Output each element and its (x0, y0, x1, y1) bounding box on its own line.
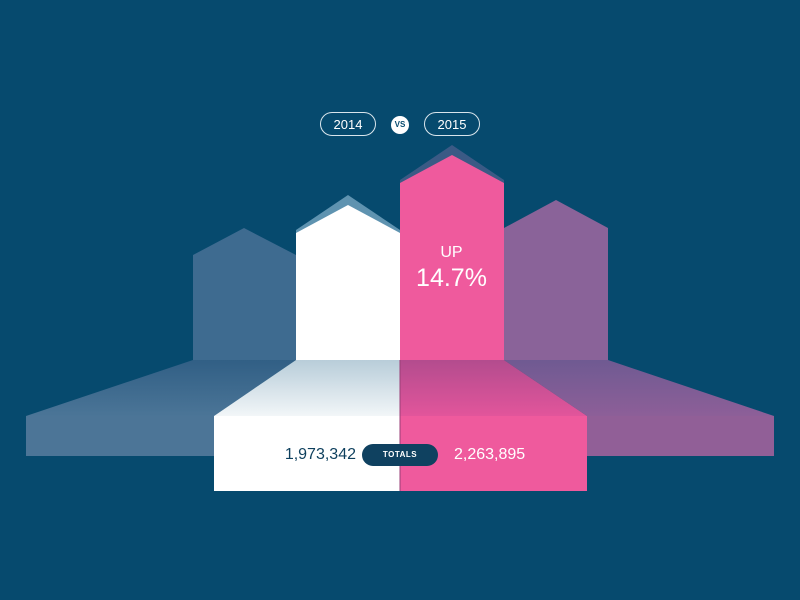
year-2014-pill: 2014 (320, 112, 376, 136)
chart-graphic (26, 145, 774, 491)
year-2015-pill: 2015 (424, 112, 480, 136)
change-label: UP (440, 244, 463, 261)
bar-2014 (296, 205, 400, 360)
vs-badge: VS (391, 116, 409, 134)
total-2015: 2,263,895 (454, 446, 526, 463)
back-bar-right (504, 200, 608, 360)
side-wing-left-front (26, 416, 214, 456)
change-value: 14.7% (416, 264, 487, 292)
infographic: 2014 VS 2015 UP 14.7% 1,973,342 TOTALS 2… (0, 0, 800, 600)
side-wing-right-front (587, 416, 774, 456)
back-bar-left (193, 228, 296, 360)
